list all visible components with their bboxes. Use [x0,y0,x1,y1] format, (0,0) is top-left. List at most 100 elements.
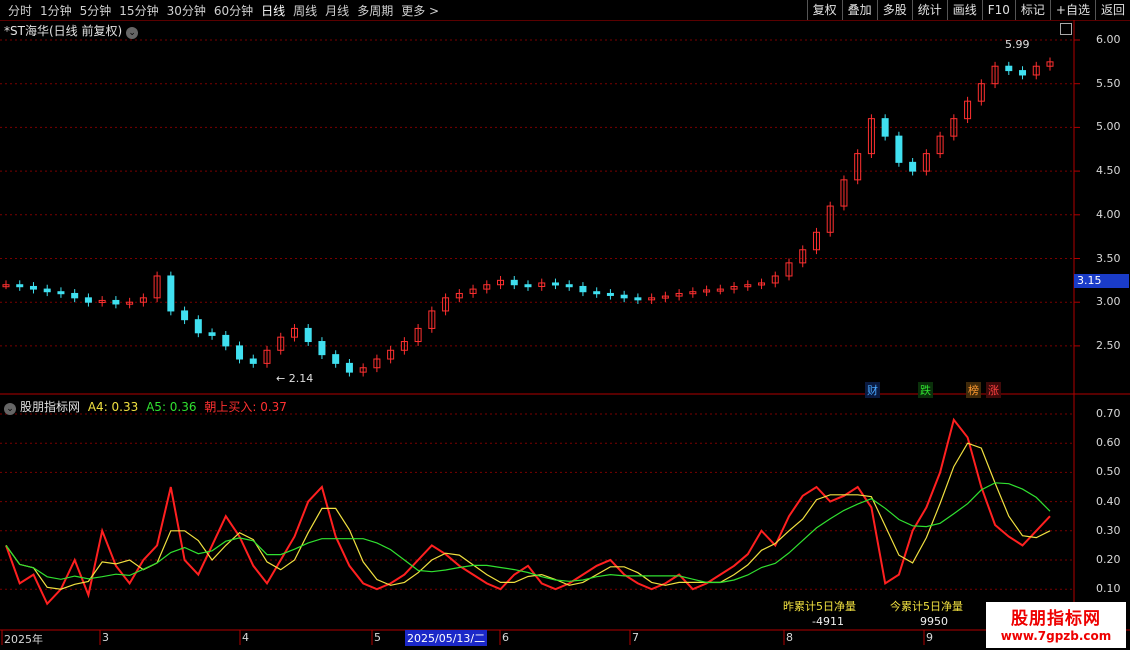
price-axis-label: 5.00 [1096,120,1121,134]
date-axis-label: 7 [632,631,639,644]
period-tab[interactable]: 多周期 [357,2,393,19]
toolbar-action-button[interactable]: 统计 [911,0,947,20]
candle-body [414,327,422,343]
indicator-axis-label: 0.10 [1096,582,1121,596]
candle-body [950,118,958,137]
period-tab[interactable]: 1分钟 [40,2,72,19]
price-axis-label: 2.50 [1096,338,1121,352]
event-marker[interactable]: 涨 [986,382,1001,398]
candle-body [208,332,216,336]
toolbar-action-button[interactable]: 叠加 [841,0,877,20]
date-axis-label: 8 [786,631,793,644]
toolbar-action-button[interactable]: 复权 [806,0,842,20]
chevron-down-icon[interactable]: ⌄ [126,27,139,39]
candle-body [442,297,450,312]
candle-body [263,349,271,364]
candle-body [991,65,999,85]
toolbar-action-button[interactable]: 画线 [946,0,982,20]
candle-body [126,301,134,305]
toolbar-action-button[interactable]: 多股 [876,0,912,20]
period-tab[interactable]: 15分钟 [119,2,158,19]
candle-body [565,284,573,288]
watermark: 股朋指标网 www.7gpzb.com [986,602,1126,648]
period-tab[interactable]: 日线 [261,2,285,19]
toolbar-action-button[interactable]: 标记 [1014,0,1050,20]
candle-body [744,284,752,288]
candle-body [648,297,656,301]
candle-body [71,292,79,299]
price-axis-label: 4.00 [1096,207,1121,221]
period-tab[interactable]: 周线 [293,2,317,19]
candle-body [29,285,37,290]
candle-body [249,358,257,364]
candle-body [826,205,834,233]
candle-body [139,297,147,303]
indicator-a4: A4: 0.33 [87,400,139,414]
candle-body [812,231,820,251]
toolbar-action-button[interactable]: +自选 [1049,0,1095,20]
candle-body [318,341,326,356]
candle-body [620,294,628,299]
candle-body [593,291,601,295]
period-tab[interactable]: 月线 [325,2,349,19]
candle-body [510,279,518,286]
candle-body [181,310,189,321]
candle-body [84,297,92,303]
candle-body [57,291,65,295]
low-price-label: ← 2.14 [276,372,314,385]
candle-body [785,262,793,277]
candle-body [579,285,587,293]
date-axis-label: 5 [374,631,381,644]
indicator-axis-label: 0.40 [1096,494,1121,508]
period-tab[interactable]: 分时 [8,2,32,19]
chevron-down-icon[interactable]: ⌄ [4,403,16,415]
candle-body [222,334,230,347]
period-tab[interactable]: 更多 > [401,2,439,19]
indicator-buy: 朝上买入: 0.37 [204,400,287,414]
period-tab[interactable]: 30分钟 [167,2,206,19]
candle-body [703,289,711,293]
candle-body [194,319,202,334]
candlestick-chart[interactable] [0,0,1130,650]
candle-body [771,275,779,284]
indicator-title[interactable]: ⌄ 股朋指标网 A4: 0.33 A5: 0.36 朝上买入: 0.37 [4,398,287,415]
candle-body [497,279,505,286]
candle-body [799,249,807,264]
prev-net-value: -4911 [812,615,844,628]
candle-body [538,282,546,287]
candle-body [758,282,766,286]
panel-toggle-icon[interactable] [1060,23,1072,35]
watermark-title: 股朋指标网 [1011,609,1101,629]
candle-body [881,118,889,137]
candle-body [400,341,408,351]
date-cursor-label: 2025/05/13/二 [405,630,488,646]
candle-body [606,292,614,296]
candle-body [469,288,477,294]
candle-body [277,336,285,351]
indicator-a5: A5: 0.36 [146,400,197,414]
candle-body [332,354,340,364]
candle-body [524,284,532,288]
today-net-value: 9950 [920,615,948,628]
stock-title[interactable]: *ST海华(日线 前复权) ⌄ [4,22,139,39]
candle-body [964,100,972,120]
candle-body [634,297,642,301]
indicator-axis-label: 0.30 [1096,523,1121,537]
candle-body [716,288,724,292]
date-axis-label: 2025年 [4,633,43,646]
candle-body [730,285,738,290]
event-marker[interactable]: 跌 [918,382,933,398]
date-axis-label: 9 [926,631,933,644]
period-tab[interactable]: 5分钟 [80,2,112,19]
candle-body [167,275,175,312]
event-marker[interactable]: 榜 [966,382,981,398]
event-marker[interactable]: 财 [865,382,880,398]
candle-body [98,299,106,303]
candle-body [428,310,436,329]
toolbar-action-button[interactable]: 返回 [1094,0,1130,20]
prev-net-label: 昨累计5日净量 [783,600,856,613]
period-tab[interactable]: 60分钟 [214,2,253,19]
watermark-url: www.7gpzb.com [1000,629,1112,643]
toolbar-action-button[interactable]: F10 [981,0,1015,20]
candle-body [675,292,683,297]
